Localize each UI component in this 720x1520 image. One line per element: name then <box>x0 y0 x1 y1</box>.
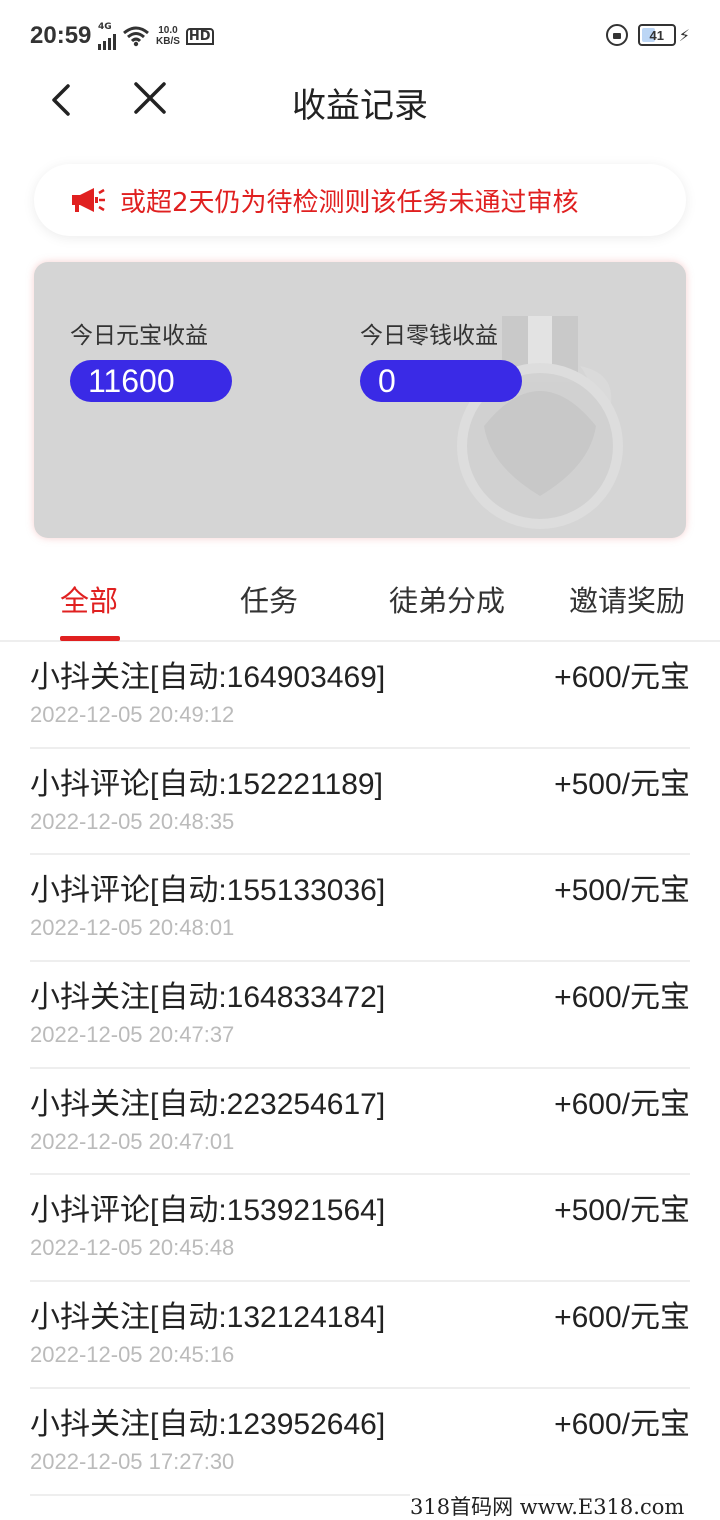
page-title: 收益记录 <box>292 86 428 126</box>
tab-apprentice-share[interactable]: 徒弟分成 <box>389 578 505 620</box>
record-amount: +600/元宝 <box>554 981 690 1015</box>
status-icons: 4G 10.0 KB/S HD <box>98 22 214 50</box>
status-time: 20:59 <box>30 22 92 49</box>
tab-invite-rewards[interactable]: 邀请奖励 <box>569 578 685 620</box>
record-amount: +600/元宝 <box>554 661 690 694</box>
header: 收益记录 <box>0 70 720 130</box>
record-title: 小抖评论[自动:155133036] <box>30 874 386 908</box>
record-title: 小抖关注[自动:223254617] <box>30 1087 386 1121</box>
record-time: 2022-12-05 17:27:30 <box>30 1448 235 1474</box>
record-amount: +500/元宝 <box>554 767 690 801</box>
list-item[interactable]: 小抖关注[自动:123952646] 2022-12-05 17:27:30 +… <box>30 1389 690 1496</box>
record-title: 小抖关注[自动:164833472] <box>30 981 386 1015</box>
record-title: 小抖关注[自动:164903469] <box>30 661 386 694</box>
record-amount: +600/元宝 <box>554 1407 690 1441</box>
record-amount: +500/元宝 <box>554 1194 690 1228</box>
record-time: 2022-12-05 20:48:35 <box>30 808 235 834</box>
record-list: 小抖关注[自动:164903469] 2022-12-05 20:49:12 +… <box>30 642 690 1496</box>
notice-banner: 或超2天仍为待检测则该任务未通过审核 <box>34 164 686 236</box>
record-time: 2022-12-05 20:45:16 <box>30 1342 235 1368</box>
record-time: 2022-12-05 20:47:01 <box>30 1128 235 1154</box>
yuanbao-label: 今日元宝收益 <box>70 323 208 349</box>
battery-level: 41 <box>649 27 664 43</box>
list-item[interactable]: 小抖关注[自动:223254617] 2022-12-05 20:47:01 +… <box>30 1069 690 1176</box>
list-item[interactable]: 小抖评论[自动:155133036] 2022-12-05 20:48:01 +… <box>30 855 690 963</box>
hd-icon: HD <box>185 27 214 45</box>
watermark: 318首码网 www.E318.com <box>410 1494 720 1520</box>
list-item[interactable]: 小抖评论[自动:153921564] 2022-12-05 20:45:48 +… <box>30 1175 690 1283</box>
record-time: 2022-12-05 20:47:37 <box>30 1022 235 1048</box>
earnings-card: 今日元宝收益 11600 今日零钱收益 0 <box>34 262 686 538</box>
record-time: 2022-12-05 20:45:48 <box>30 1235 235 1261</box>
record-title: 小抖关注[自动:123952646] <box>30 1407 386 1441</box>
wifi-icon <box>123 26 149 47</box>
speed-unit: KB/S <box>156 36 180 47</box>
change-label: 今日零钱收益 <box>360 323 498 349</box>
record-title: 小抖评论[自动:152221189] <box>30 767 383 801</box>
speed-value: 10.0 <box>158 25 178 36</box>
network-type-label: 4G <box>98 22 112 32</box>
megaphone-icon <box>72 188 105 212</box>
record-amount: +600/元宝 <box>554 1301 690 1335</box>
active-tab-indicator <box>60 636 120 641</box>
tab-all[interactable]: 全部 <box>60 578 118 620</box>
list-item[interactable]: 小抖评论[自动:152221189] 2022-12-05 20:48:35 +… <box>30 749 690 856</box>
status-right: 41 ⚡ <box>605 24 690 46</box>
record-amount: +500/元宝 <box>554 874 690 908</box>
list-item[interactable]: 小抖关注[自动:164833472] 2022-12-05 20:47:37 +… <box>30 962 690 1069</box>
list-item[interactable]: 小抖关注[自动:132124184] 2022-12-05 20:45:16 +… <box>30 1282 690 1389</box>
notice-text: 或超2天仍为待检测则该任务未通过审核 <box>120 187 579 218</box>
network-speed: 10.0 KB/S <box>156 25 180 47</box>
record-amount: +600/元宝 <box>554 1087 690 1121</box>
record-time: 2022-12-05 20:48:01 <box>30 915 235 941</box>
change-earnings: 今日零钱收益 0 <box>360 316 522 402</box>
tab-tasks[interactable]: 任务 <box>240 578 298 620</box>
record-title: 小抖评论[自动:153921564] <box>30 1194 386 1228</box>
record-title: 小抖关注[自动:132124184] <box>30 1301 386 1335</box>
rotation-lock-icon <box>605 24 628 46</box>
battery-icon: 41 <box>637 24 676 46</box>
yuanbao-value: 11600 <box>70 360 232 402</box>
change-value: 0 <box>360 360 522 402</box>
charging-icon: ⚡ <box>678 25 690 45</box>
cellular-signal-icon: 4G <box>98 22 116 50</box>
tab-bar: 全部 任务 徒弟分成 邀请奖励 <box>0 566 720 642</box>
record-time: 2022-12-05 20:49:12 <box>30 702 235 727</box>
list-item[interactable]: 小抖关注[自动:164903469] 2022-12-05 20:49:12 +… <box>30 642 690 749</box>
yuanbao-earnings: 今日元宝收益 11600 <box>70 316 232 402</box>
status-bar: 20:59 4G 10.0 KB/S HD 41 ⚡ <box>0 0 720 70</box>
